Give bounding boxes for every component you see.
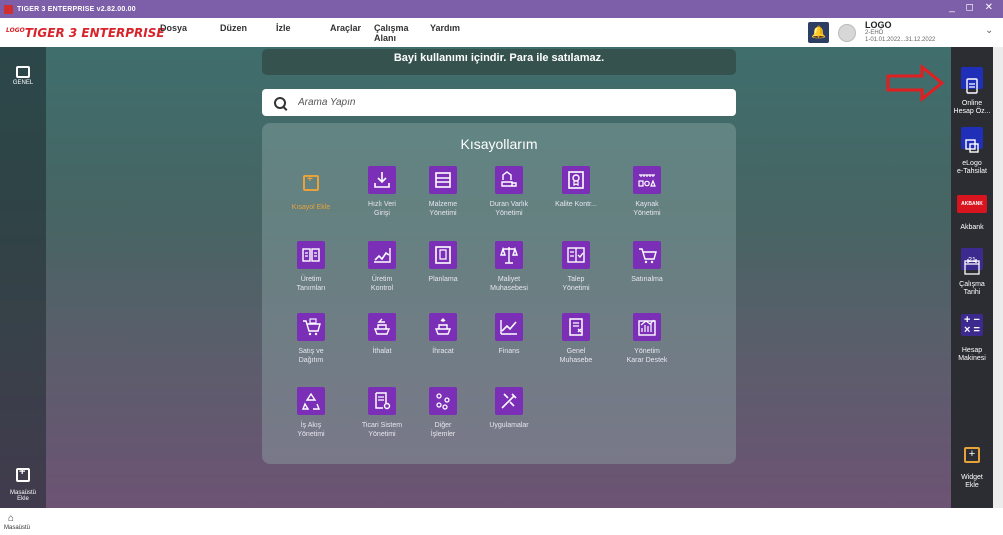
online-account-icon — [961, 67, 983, 94]
shortcut-finans[interactable]: Finans — [474, 313, 544, 356]
shortcut-kaynak[interactable]: Kaynak Yönetimi — [612, 166, 682, 218]
widget-add-button[interactable]: + Widget Ekle — [951, 439, 993, 490]
ledger-icon — [562, 313, 590, 341]
list-icon — [429, 166, 457, 194]
tools-icon — [495, 387, 523, 415]
finance-chart-icon — [495, 313, 523, 341]
calendar-icon: 21 — [961, 248, 983, 275]
shortcut-ithalat[interactable]: İthalat — [347, 313, 417, 356]
widget-akbank[interactable]: AKBANK Akbank — [951, 187, 993, 232]
menu-izle[interactable]: İzle — [276, 23, 330, 43]
widget-add-icon: + — [964, 447, 980, 463]
shortcut-duran-varlik[interactable]: Duran Varlık Yönetimi — [474, 166, 544, 218]
akbank-icon: AKBANK — [957, 195, 987, 213]
edge-scroll-strip — [993, 47, 1003, 508]
sidebar-item-genel[interactable]: GENEL — [0, 66, 46, 86]
menu-calisma-alani[interactable]: Çalışma Alanı — [374, 23, 430, 43]
shortcut-planlama[interactable]: Planlama — [408, 241, 478, 284]
add-desktop-button[interactable]: Masaüstü Ekle — [0, 462, 46, 502]
chevron-down-icon[interactable]: ⌄ — [985, 25, 993, 36]
window-title: TIGER 3 ENTERPRISE v2.82.00.00 — [17, 5, 136, 13]
search-bar[interactable] — [262, 89, 736, 116]
truck-home-icon — [495, 166, 523, 194]
widget-calisma-tarihi[interactable]: 21 Çalışma Tarihi — [951, 240, 993, 297]
add-desktop-label: Masaüstü Ekle — [9, 490, 36, 502]
ship-import-icon — [368, 313, 396, 341]
notification-bell-icon[interactable]: 🔔 — [808, 22, 829, 43]
resource-icon — [633, 166, 661, 194]
scale-icon — [495, 241, 523, 269]
desktop-tab-label[interactable]: Masaüstü — [4, 525, 30, 531]
avatar[interactable] — [838, 24, 856, 42]
dots-icon — [429, 387, 457, 415]
shortcut-yonetim-karar[interactable]: Yönetim Karar Destek — [612, 313, 682, 365]
shortcut-hizli-veri[interactable]: Hızlı Veri Girişi — [347, 166, 417, 218]
red-arrow-icon — [886, 63, 945, 103]
main-menu: Dosya Düzen İzle Araçlar Çalışma Alanı Y… — [160, 23, 480, 43]
menu-araclar[interactable]: Araçlar — [330, 23, 374, 43]
shortcut-genel-muhasebe[interactable]: Genel Muhasebe — [541, 313, 611, 365]
widget-hesap-makinesi[interactable]: + − × = Hesap Makinesi — [951, 306, 993, 363]
check-list-icon — [562, 241, 590, 269]
brand-logo: LOGOTIGER 3 ENTERPRISE — [6, 25, 165, 40]
shortcut-maliyet[interactable]: Maliyet Muhasebesi — [474, 241, 544, 293]
shortcut-uretim-kontrol[interactable]: Üretim Kontrol — [347, 241, 417, 293]
shortcut-uretim-tanimlari[interactable]: Üretim Tanımları — [276, 241, 346, 293]
window-controls[interactable]: _ ◻ ✕ — [949, 2, 997, 13]
title-bar: TIGER 3 ENTERPRISE v2.82.00.00 _ ◻ ✕ — [0, 0, 1003, 18]
plus-box-icon — [16, 466, 30, 482]
badge-icon — [562, 166, 590, 194]
shortcut-uygulamalar[interactable]: Uygulamalar — [474, 387, 544, 430]
line-chart-icon — [368, 241, 396, 269]
shortcuts-title: Kısayollarım — [460, 136, 538, 152]
dealer-banner: Bayi kullanımı içindir. Para ile satılam… — [262, 49, 736, 75]
app-icon — [4, 4, 13, 14]
decision-icon — [633, 313, 661, 341]
shortcut-diger-islemler[interactable]: Diğer İşlemler — [408, 387, 478, 439]
shortcut-is-akis[interactable]: İş Akış Yönetimi — [276, 387, 346, 439]
planning-icon — [429, 241, 457, 269]
calculator-icon: + − × = — [961, 314, 983, 336]
recycle-icon — [297, 387, 325, 415]
plus-icon — [297, 169, 325, 197]
shortcut-malzeme[interactable]: Malzeme Yönetimi — [408, 166, 478, 218]
ship-export-icon — [429, 313, 457, 341]
widget-online-hesap[interactable]: Online Hesap Öz... — [951, 59, 993, 116]
account-name: LOGO — [865, 20, 892, 30]
menu-yardim[interactable]: Yardım — [430, 23, 480, 43]
shortcut-ticari-sistem[interactable]: Ticari Sistem Yönetimi — [347, 387, 417, 439]
account-info[interactable]: LOGO 2-EHÖ 1-01.01.2022...31.12.2022 — [865, 20, 960, 44]
cart-icon — [633, 241, 661, 269]
shortcut-talep[interactable]: Talep Yönetimi — [541, 241, 611, 293]
shortcut-satinalma[interactable]: Satınalma — [612, 241, 682, 284]
shortcut-add[interactable]: Kısayol Ekle — [276, 169, 346, 212]
monitor-icon — [16, 66, 30, 78]
search-icon — [274, 96, 286, 109]
widget-elogo[interactable]: eLogo e-Tahsilat — [951, 119, 993, 176]
account-period: 1-01.01.2022...31.12.2022 — [865, 37, 936, 43]
bottom-bar — [0, 508, 1003, 535]
doc-gear-icon — [368, 387, 396, 415]
download-icon — [368, 166, 396, 194]
menu-duzen[interactable]: Düzen — [220, 23, 276, 43]
shortcut-kalite-kontrol[interactable]: Kalite Kontr... — [541, 166, 611, 209]
home-icon[interactable]: ⌂ — [8, 513, 14, 524]
account-firm: 2-EHÖ — [865, 30, 884, 36]
menu-dosya[interactable]: Dosya — [160, 23, 220, 43]
production-def-icon — [297, 241, 325, 269]
shortcut-ihracat[interactable]: İhracat — [408, 313, 478, 356]
search-input[interactable] — [296, 96, 720, 109]
elogo-icon — [961, 127, 983, 153]
sales-cart-icon — [297, 313, 325, 341]
left-sidebar — [0, 47, 46, 508]
sidebar-item-label: GENEL — [12, 80, 34, 86]
shortcut-satis-dagitim[interactable]: Satış ve Dağıtım — [276, 313, 346, 365]
